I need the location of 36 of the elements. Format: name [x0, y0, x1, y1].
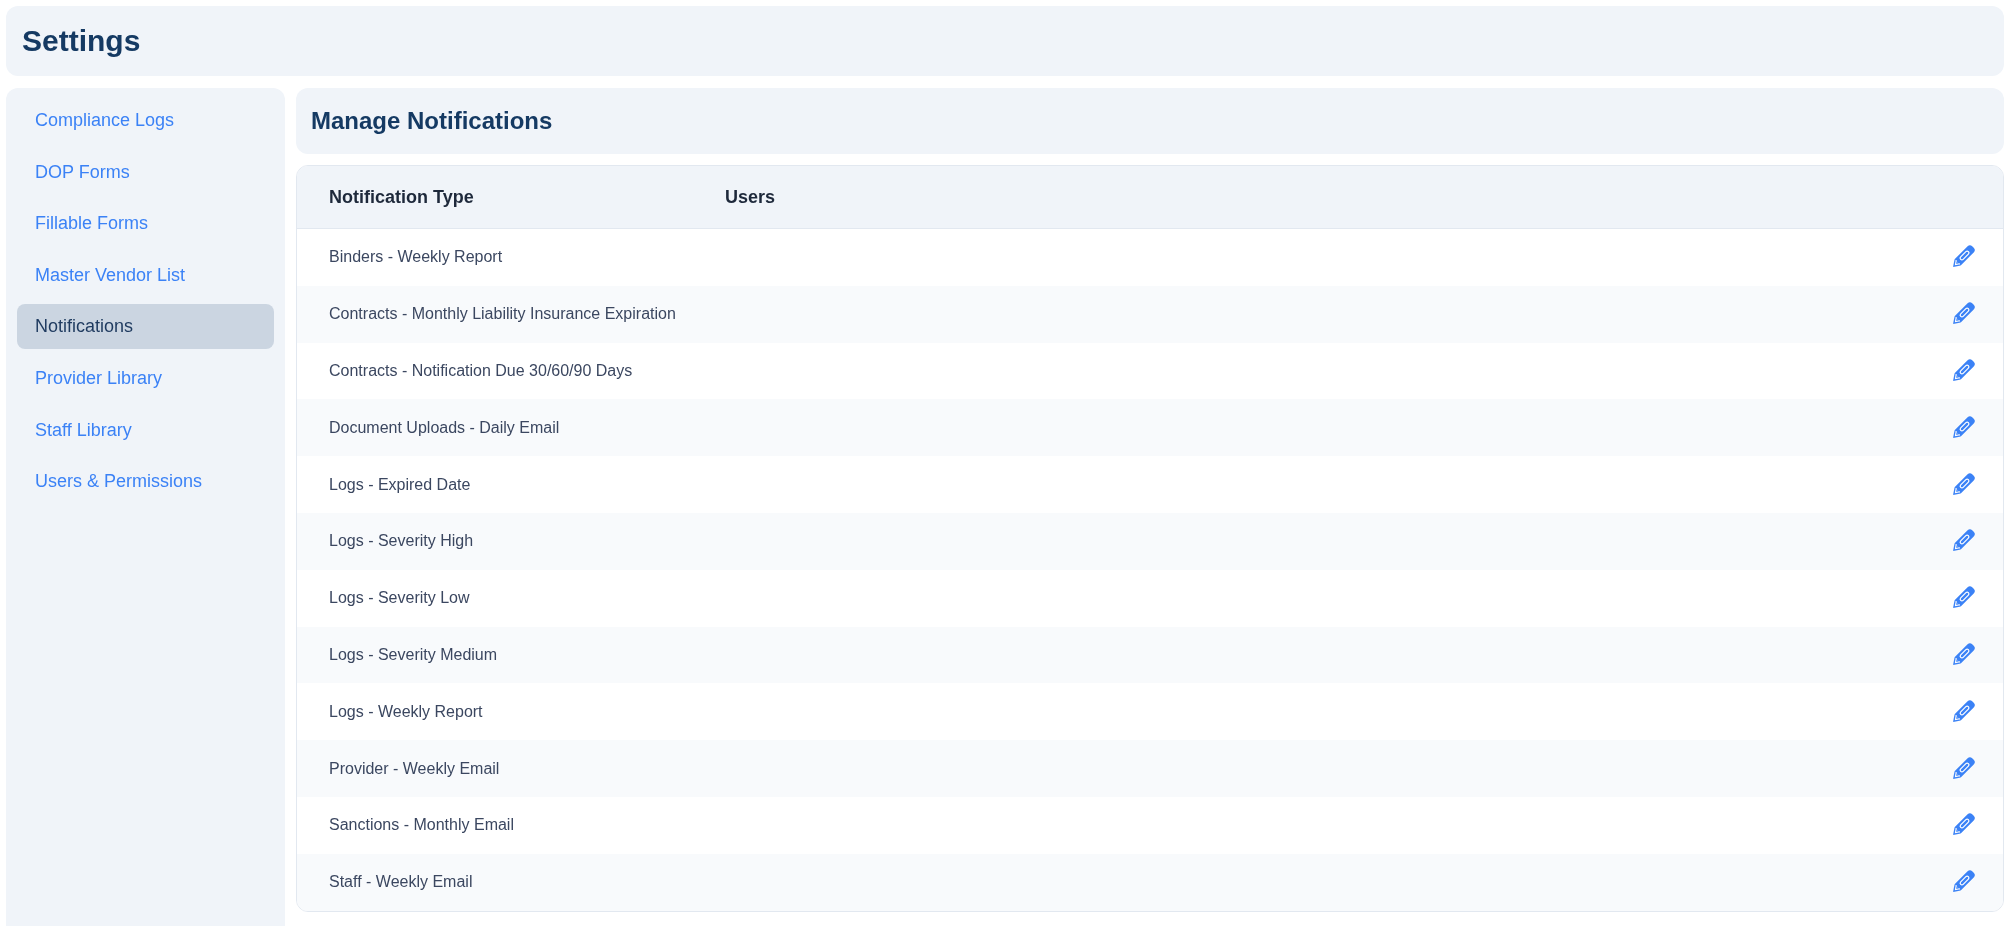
- table-cell-text: Contracts - Monthly Liability Insurance Expiration: [329, 304, 676, 325]
- page-title: Settings: [22, 26, 141, 56]
- pencil-icon: [1950, 641, 1976, 668]
- table-cell-text: Logs - Severity Medium: [329, 644, 498, 665]
- table-cell-text: Logs - Weekly Report: [329, 701, 483, 722]
- sidebar-item[interactable]: Users & Permissions: [17, 459, 274, 505]
- edit-button[interactable]: [1950, 358, 1976, 384]
- table-cell-text: Document Uploads - Daily Email: [329, 417, 560, 438]
- sidebar-item[interactable]: Staff Library: [17, 407, 274, 453]
- table-cell-text: Logs - Severity Low: [329, 588, 470, 609]
- sidebar-item[interactable]: Provider Library: [17, 355, 274, 401]
- table-cell-text: Contracts - Notification Due 30/60/90 Days: [329, 361, 633, 381]
- edit-button[interactable]: [1950, 414, 1976, 441]
- edit-button[interactable]: [1950, 755, 1976, 782]
- sidebar-item[interactable]: Fillable Forms: [17, 201, 274, 247]
- edit-button[interactable]: [1950, 471, 1976, 498]
- pencil-icon: [1950, 358, 1976, 384]
- edit-button[interactable]: [1950, 641, 1976, 668]
- table-cell-text: Staff - Weekly Email: [329, 872, 473, 893]
- table-cell-text: Logs - Expired Date: [329, 474, 471, 495]
- pencil-icon: [1950, 698, 1976, 725]
- sidebar-item[interactable]: Notifications: [17, 304, 274, 350]
- column-header: Notification Type: [328, 185, 474, 209]
- sidebar-item[interactable]: Master Vendor List: [17, 252, 274, 298]
- table-cell-text: Sanctions - Monthly Email: [329, 815, 514, 836]
- table-cell-text: Binders - Weekly Report: [329, 247, 503, 268]
- edit-button[interactable]: [1950, 698, 1976, 725]
- sidebar-item[interactable]: DOP Forms: [17, 149, 274, 195]
- column-header: Users: [725, 185, 776, 209]
- sidebar-item[interactable]: Compliance Logs: [17, 98, 274, 143]
- pencil-icon: [1950, 471, 1976, 498]
- table-cell-text: Logs - Severity High: [329, 531, 474, 552]
- table-cell-text: Provider - Weekly Email: [329, 758, 500, 779]
- pencil-icon: [1950, 755, 1976, 782]
- section-title: Manage Notifications: [311, 109, 553, 133]
- pencil-icon: [1950, 414, 1976, 441]
